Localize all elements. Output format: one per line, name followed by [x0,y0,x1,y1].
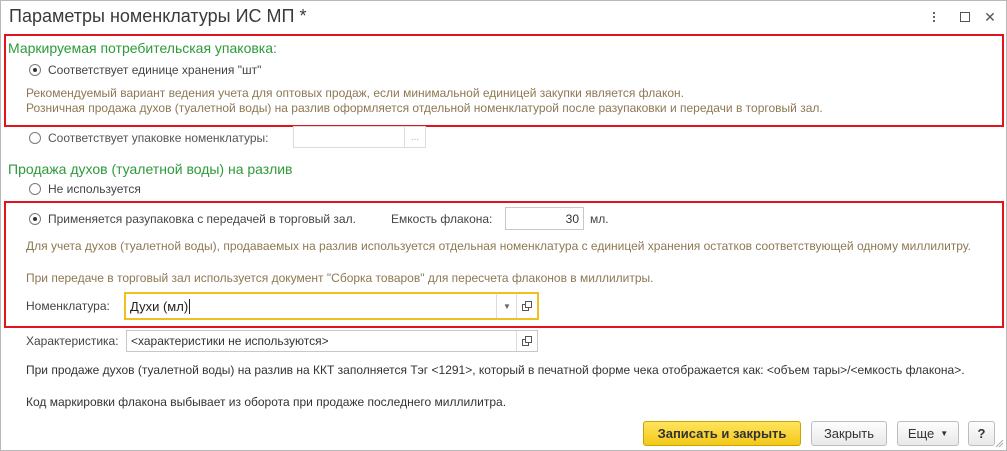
marking-note: Код маркировки флакона выбывает из оборо… [26,395,507,409]
save-and-close-button[interactable]: Записать и закрыть [643,421,801,446]
restore-icon[interactable] [955,7,975,27]
radio-unpack-label: Применяется разупаковка с передачей в то… [48,212,356,226]
resize-grip-icon[interactable] [994,438,1004,448]
draft-hint1: Для учета духов (туалетной воды), продав… [26,239,971,253]
packaging-hint-line2: Розничная продажа духов (туалетной воды)… [26,101,823,115]
radio-nomenclature-package-label: Соответствует упаковке номенклатуры: [48,131,269,145]
radio-button-checked[interactable] [29,64,41,76]
package-select-field[interactable]: ... [293,126,426,148]
ellipsis-button[interactable]: ... [404,127,425,147]
kebab-menu-icon[interactable] [924,7,944,27]
characteristic-input[interactable]: <характеристики не используются> [126,330,538,352]
radio-storage-unit-label: Соответствует единице хранения "шт" [48,63,262,77]
radio-nomenclature-package[interactable]: Соответствует упаковке номенклатуры: [29,131,268,145]
packaging-section-title: Маркируемая потребительская упаковка: [8,40,277,56]
nomenclature-value: Духи (мл) [130,298,189,314]
close-button[interactable]: Закрыть [811,421,887,446]
help-button[interactable]: ? [968,421,995,446]
open-link-icon[interactable] [516,331,537,351]
capacity-value: 30 [565,211,579,226]
draft-section-title: Продажа духов (туалетной воды) на разлив [8,161,293,177]
more-button[interactable]: Еще ▼ [897,421,959,446]
nomenclature-input[interactable]: Духи (мл) ▼ [124,292,539,320]
kkt-note: При продаже духов (туалетной воды) на ра… [26,363,965,377]
capacity-label: Емкость флакона: [391,212,493,226]
capacity-unit: мл. [590,212,609,226]
text-cursor [189,299,190,314]
dropdown-arrow-icon[interactable]: ▼ [496,294,517,318]
radio-not-used-label: Не используется [48,182,141,196]
packaging-hint-line1: Рекомендуемый вариант ведения учета для … [26,86,684,100]
capacity-input[interactable]: 30 [505,207,584,230]
radio-button-unchecked[interactable] [29,183,41,195]
close-icon[interactable]: ✕ [980,7,1000,27]
characteristic-value: <характеристики не используются> [131,334,329,348]
nomenclature-label: Номенклатура: [26,299,110,313]
more-button-label: Еще [907,426,935,441]
radio-not-used[interactable]: Не используется [29,182,141,196]
chevron-down-icon: ▼ [940,429,949,438]
radio-unpack[interactable]: Применяется разупаковка с передачей в то… [29,212,356,226]
radio-button-checked[interactable] [29,213,41,225]
draft-hint2: При передаче в торговый зал используется… [26,271,654,285]
window-title: Параметры номенклатуры ИС МП * [9,6,307,26]
radio-button-unchecked[interactable] [29,132,41,144]
radio-storage-unit[interactable]: Соответствует единице хранения "шт" [29,63,261,77]
open-link-icon[interactable] [516,294,537,318]
characteristic-label: Характеристика: [26,334,119,348]
